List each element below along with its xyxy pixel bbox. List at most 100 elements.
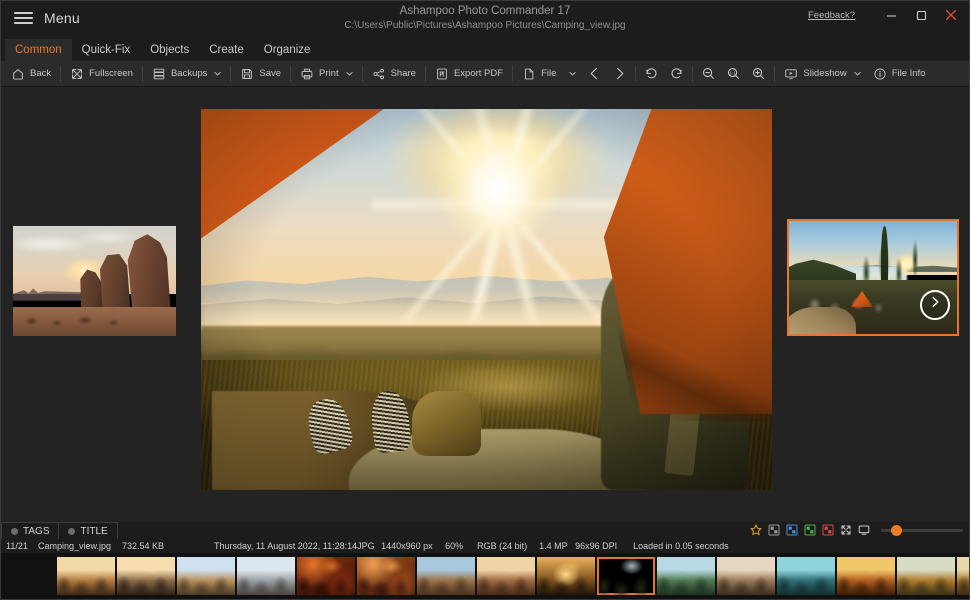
save-button[interactable]: Save: [234, 63, 287, 85]
share-icon: [372, 67, 386, 81]
file-info-button[interactable]: File Info: [867, 63, 932, 85]
filmstrip-thumbnail-detail: [357, 557, 415, 595]
print-button[interactable]: Print: [294, 63, 359, 85]
filmstrip-thumbnail[interactable]: [57, 557, 115, 595]
next-image-button[interactable]: [607, 63, 632, 85]
filmstrip-thumbnail[interactable]: [657, 557, 715, 595]
tab-label: Objects: [150, 44, 189, 56]
slideshow-button-label: Slideshow: [803, 68, 846, 79]
filmstrip-thumbnail-detail: [597, 557, 655, 595]
toolbar-separator: [230, 66, 231, 82]
filmstrip-thumbnail[interactable]: [837, 557, 895, 595]
back-button[interactable]: Back: [5, 63, 57, 85]
zoom-actual-size-button[interactable]: 1:1: [721, 63, 746, 85]
title-bar: Menu Ashampoo Photo Commander 17 C:\User…: [1, 1, 969, 39]
title-tab[interactable]: TITLE: [59, 522, 117, 539]
tab-objects[interactable]: Objects: [140, 39, 199, 61]
tab-label: Create: [209, 44, 244, 56]
zoom-slider[interactable]: [881, 523, 963, 537]
tab-common[interactable]: Common: [5, 39, 72, 61]
filmstrip-thumbnail[interactable]: [237, 557, 295, 595]
chevron-left-icon: [587, 66, 602, 81]
status-loadtime: Loaded in 0.05 seconds: [633, 541, 729, 551]
file-button-label: File: [541, 68, 556, 79]
status-filesize: 732.54 KB: [122, 541, 214, 551]
filmstrip-thumbnail[interactable]: [417, 557, 475, 595]
color-label-gray-icon[interactable]: [767, 523, 781, 537]
rating-star-icon[interactable]: [749, 523, 763, 537]
backups-button[interactable]: Backups: [146, 63, 227, 85]
status-filename: Camping_view.jpg: [38, 541, 122, 551]
color-label-green-icon[interactable]: [803, 523, 817, 537]
print-button-label: Print: [319, 68, 339, 79]
save-icon: [240, 67, 254, 81]
filmstrip-thumbnail[interactable]: [537, 557, 595, 595]
status-colormode: RGB (24 bit): [477, 541, 539, 551]
filmstrip-thumbnail[interactable]: [897, 557, 955, 595]
filmstrip-thumbnail[interactable]: [357, 557, 415, 595]
rotate-left-button[interactable]: [639, 63, 664, 85]
image-viewer[interactable]: [1, 87, 969, 522]
tag-bar: TAGS TITLE: [1, 522, 969, 539]
file-icon: [522, 67, 536, 81]
filmstrip-thumbnail-detail: [777, 557, 835, 595]
previous-image-art: [13, 226, 176, 336]
filmstrip-thumbnail-detail: [177, 557, 235, 595]
tags-tab-label: TAGS: [23, 526, 49, 537]
file-button[interactable]: File: [516, 63, 582, 85]
toolbar-separator: [362, 66, 363, 82]
filmstrip-thumbnail[interactable]: [957, 557, 969, 595]
toolbar-separator: [512, 66, 513, 82]
fullscreen-button[interactable]: Fullscreen: [64, 63, 139, 85]
filmstrip-thumbnail-detail: [297, 557, 355, 595]
filmstrip-thumbnail[interactable]: [717, 557, 775, 595]
filmstrip[interactable]: [1, 553, 969, 599]
filmstrip-thumbnail[interactable]: [597, 557, 655, 595]
export-pdf-button[interactable]: Export PDF: [429, 63, 509, 85]
zoom-in-button[interactable]: [746, 63, 771, 85]
color-label-red-icon[interactable]: [821, 523, 835, 537]
color-label-blue-icon[interactable]: [785, 523, 799, 537]
slideshow-button[interactable]: Slideshow: [778, 63, 866, 85]
minimize-button[interactable]: [881, 7, 901, 23]
filmstrip-thumbnail[interactable]: [117, 557, 175, 595]
filmstrip-thumbnail[interactable]: [297, 557, 355, 595]
zoom-slider-knob[interactable]: [891, 525, 902, 536]
next-image-button-overlay[interactable]: [920, 290, 950, 320]
menu-button[interactable]: Menu: [1, 1, 80, 26]
zoom-out-button[interactable]: [696, 63, 721, 85]
tab-organize[interactable]: Organize: [254, 39, 321, 61]
feedback-link[interactable]: Feedback?: [808, 10, 855, 21]
toolbar-separator: [774, 66, 775, 82]
hamburger-icon: [14, 12, 33, 24]
tags-tab[interactable]: TAGS: [1, 522, 59, 539]
maximize-button[interactable]: [911, 7, 931, 23]
svg-text:1:1: 1:1: [730, 70, 737, 75]
share-button[interactable]: Share: [366, 63, 422, 85]
title-dot-icon: [68, 528, 75, 535]
previous-image-button[interactable]: [582, 63, 607, 85]
previous-image-thumbnail[interactable]: [13, 226, 176, 336]
toolbar-separator: [142, 66, 143, 82]
filmstrip-left-pad: [2, 553, 57, 599]
fit-to-window-icon[interactable]: [839, 523, 853, 537]
filmstrip-thumbnail[interactable]: [177, 557, 235, 595]
title-tab-label: TITLE: [80, 526, 107, 537]
filmstrip-thumbnail[interactable]: [477, 557, 535, 595]
export-pdf-icon: [435, 67, 449, 81]
rotate-left-icon: [644, 66, 659, 81]
monitor-preview-icon[interactable]: [857, 523, 871, 537]
main-image[interactable]: [201, 109, 772, 490]
tab-quick-fix[interactable]: Quick-Fix: [72, 39, 141, 61]
status-megapixels: 1.4 MP: [539, 541, 575, 551]
tab-label: Common: [15, 44, 62, 56]
filmstrip-thumbnail-detail: [477, 557, 535, 595]
tab-create[interactable]: Create: [199, 39, 254, 61]
filmstrip-thumbnail-detail: [897, 557, 955, 595]
rotate-right-button[interactable]: [664, 63, 689, 85]
tags-dot-icon: [11, 528, 18, 535]
close-button[interactable]: [941, 7, 961, 23]
fullscreen-button-label: Fullscreen: [89, 68, 133, 79]
filmstrip-thumbnail[interactable]: [777, 557, 835, 595]
filmstrip-thumbnail-detail: [237, 557, 295, 595]
